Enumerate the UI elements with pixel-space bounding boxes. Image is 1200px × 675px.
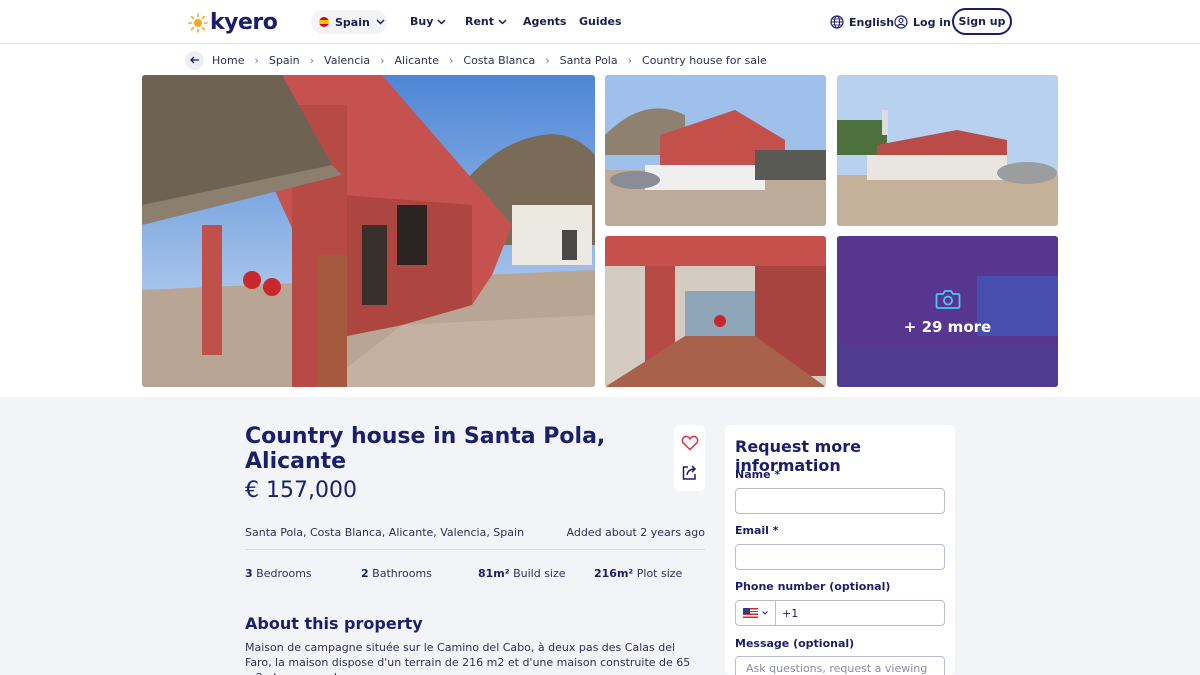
heart-icon[interactable] [681,435,699,451]
breadcrumb-valencia[interactable]: Valencia [324,54,370,67]
about-heading: About this property [245,614,423,633]
contact-form: Request more information Name * Email * … [725,425,955,675]
phone-country-selector[interactable] [736,601,776,625]
property-title: Country house in Santa Pola, Alicante [245,424,606,474]
message-field[interactable]: Ask questions, request a viewing or [735,656,945,675]
bedrooms-value: 3 [245,567,253,580]
chevron-right-icon: › [545,53,550,67]
logo-text: kyero [210,10,278,35]
chevron-down-icon [498,18,507,25]
email-label: Email * [735,524,779,537]
breadcrumb-costa-blanca[interactable]: Costa Blanca [463,54,535,67]
bedrooms-label: Bedrooms [256,567,312,580]
sun-icon [188,12,208,33]
bathrooms-label: Bathrooms [372,567,432,580]
gallery-photo-3[interactable] [837,75,1058,226]
name-label: Name * [735,468,781,481]
nav-rent-label: Rent [465,15,495,28]
more-photos-label: + 29 more [903,317,992,336]
signup-button[interactable]: Sign up [952,8,1012,35]
nav-guides-label: Guides [579,15,622,28]
breadcrumb-home[interactable]: Home [212,54,244,67]
property-price: € 157,000 [245,478,357,503]
phone-field[interactable]: +1 [735,600,945,626]
breadcrumb-current: Country house for sale [642,53,767,67]
nav-buy[interactable]: Buy [410,15,446,28]
divider [245,549,705,550]
nav-rent[interactable]: Rent [465,15,507,28]
gallery-more-photos[interactable]: + 29 more [837,236,1058,387]
camera-icon [935,289,960,309]
login-link[interactable]: Log in [894,15,951,29]
chevron-right-icon: › [627,53,633,67]
country-label: Spain [335,15,370,29]
site-header: kyero Spain Buy Rent Agents Guides Engli… [0,0,1200,44]
more-photos-overlay: + 29 more [837,236,1058,387]
email-field[interactable] [735,544,945,570]
bathrooms-value: 2 [361,567,369,580]
language-selector[interactable]: English [830,15,894,29]
chevron-down-icon [437,18,446,25]
gallery-photo-2[interactable] [605,75,826,226]
nav-agents[interactable]: Agents [523,15,566,28]
breadcrumb-santa-pola[interactable]: Santa Pola [560,54,618,67]
chevron-right-icon: › [254,53,259,67]
arrow-left-icon [189,56,199,64]
spain-flag-icon [319,17,329,27]
back-button[interactable] [185,50,204,70]
login-label: Log in [913,15,951,29]
chevron-down-icon [762,611,768,615]
plot-size-value: 216m² [594,567,634,580]
property-location: Santa Pola, Costa Blanca, Alicante, Vale… [245,526,525,539]
build-size-label: Build size [513,567,566,580]
about-text: Maison de campagne située sur le Camino … [245,641,691,675]
country-selector[interactable]: Spain [311,10,387,34]
phone-label: Phone number (optional) [735,580,891,593]
chevron-right-icon: › [448,53,454,67]
plot-size-label: Plot size [636,567,683,580]
stat-plot-size: 216m² Plot size [594,567,682,580]
build-size-value: 81m² [478,567,510,580]
listing-added-date: Added about 2 years ago [566,526,706,539]
chevron-down-icon [376,19,385,25]
chevron-right-icon: › [380,53,385,67]
phone-code: +1 [782,606,799,620]
message-label: Message (optional) [735,637,855,650]
name-field[interactable] [735,488,945,514]
us-flag-icon [743,608,758,618]
breadcrumb: Home › Spain › Valencia › Alicante › Cos… [185,50,767,70]
nav-agents-label: Agents [523,15,567,28]
main-photo[interactable] [142,75,595,387]
share-icon[interactable] [681,464,698,481]
property-actions [674,425,705,491]
gallery-photo-4[interactable] [605,236,826,387]
globe-icon [830,15,844,29]
nav-guides[interactable]: Guides [579,15,622,28]
breadcrumb-alicante[interactable]: Alicante [395,54,439,67]
kyero-logo[interactable]: kyero [188,10,278,35]
message-placeholder: Ask questions, request a viewing or [746,662,928,675]
breadcrumb-spain[interactable]: Spain [269,54,300,67]
language-label: English [849,15,895,29]
stat-bathrooms: 2 Bathrooms [361,567,432,580]
user-icon [894,15,908,29]
nav-buy-label: Buy [410,15,434,28]
stat-bedrooms: 3 Bedrooms [245,567,312,580]
stat-build-size: 81m² Build size [478,567,566,580]
chevron-right-icon: › [309,53,315,67]
